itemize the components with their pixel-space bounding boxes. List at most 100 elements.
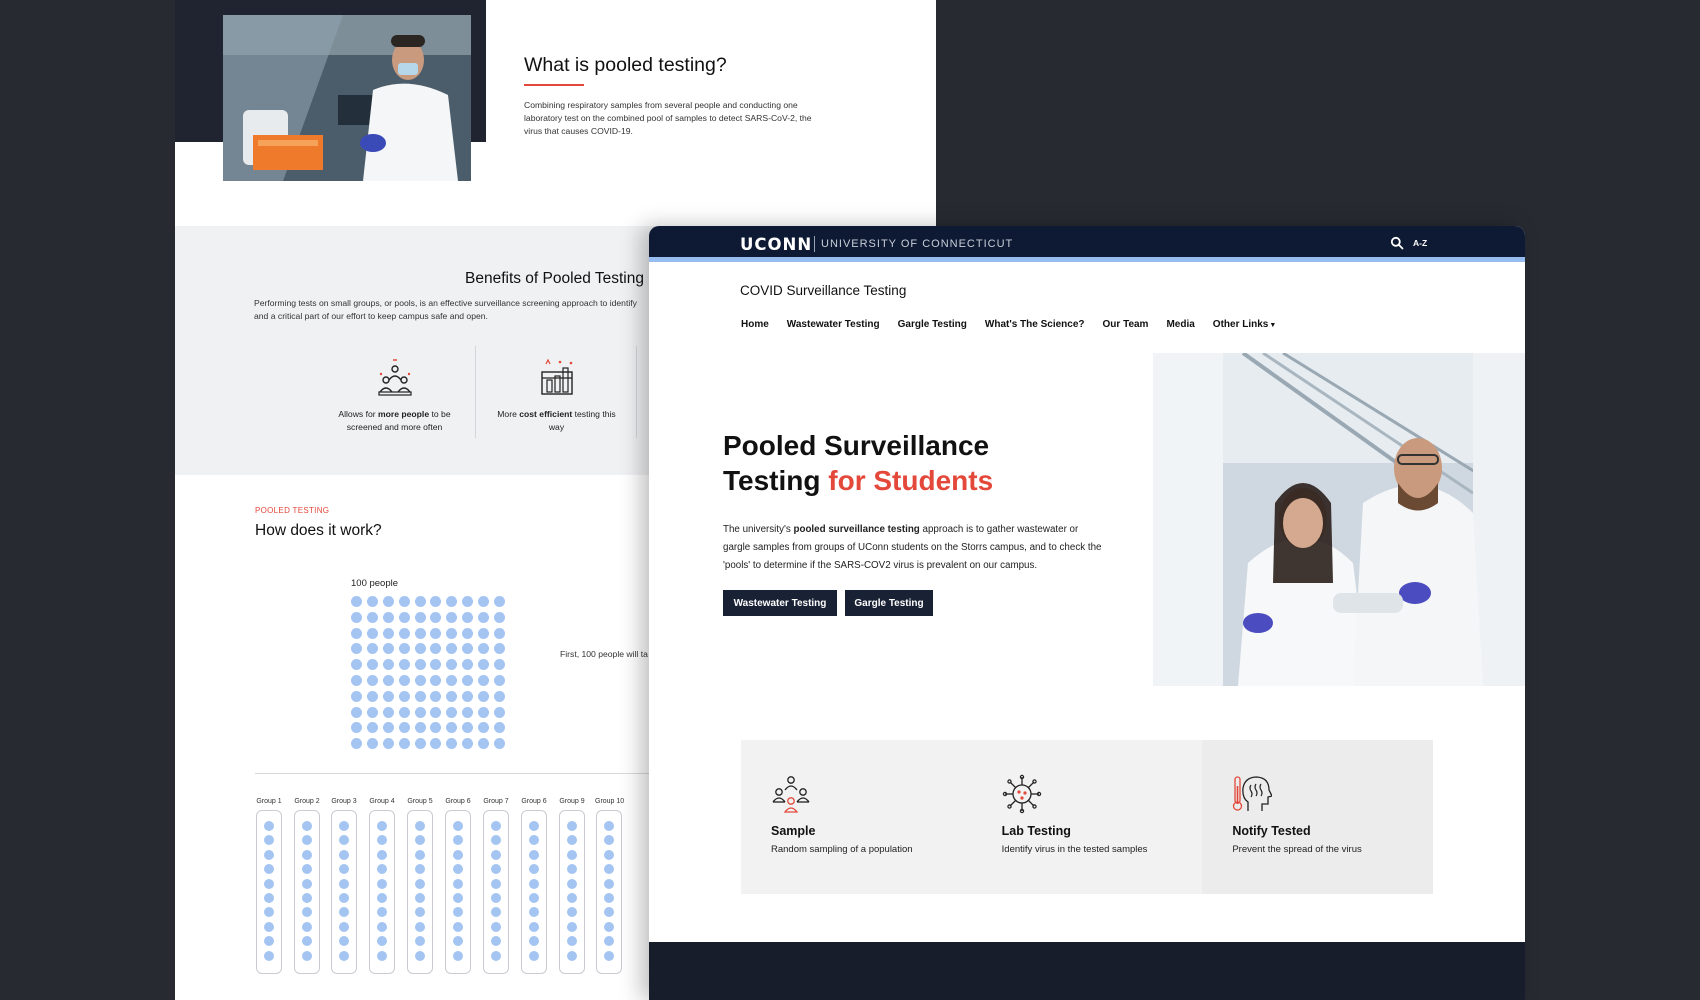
- person-dot: [446, 596, 458, 607]
- sample-dot: [567, 849, 577, 860]
- sample-dot: [604, 936, 614, 947]
- caret-down-icon: ▼: [1269, 322, 1277, 329]
- a-z-link[interactable]: A-Z: [1413, 238, 1427, 248]
- group-tube: [331, 810, 357, 974]
- person-dot: [382, 690, 394, 702]
- sample-dot: [453, 864, 463, 875]
- group-label: Group 2: [294, 798, 320, 805]
- person-dot: [414, 659, 426, 671]
- sample-dot: [491, 821, 501, 831]
- sample-dot: [604, 907, 614, 918]
- title-underline: [524, 84, 584, 86]
- wastewater-testing-button[interactable]: Wastewater Testing: [723, 590, 837, 616]
- person-dot: [430, 659, 442, 671]
- sample-dot: [339, 921, 349, 932]
- group-tube: [256, 810, 282, 974]
- uconn-logo[interactable]: UCONN: [740, 235, 812, 254]
- sample-dot: [377, 921, 387, 932]
- sample-dot: [264, 878, 274, 889]
- sample-dot: [491, 878, 501, 889]
- nav-home[interactable]: Home: [741, 319, 769, 330]
- sample-dot: [377, 936, 387, 947]
- sample-dot: [529, 821, 539, 831]
- nav-our-team[interactable]: Our Team: [1103, 319, 1149, 330]
- gargle-testing-button[interactable]: Gargle Testing: [845, 590, 933, 616]
- nav-other-links-label: Other Links: [1212, 319, 1269, 330]
- person-dot: [366, 659, 378, 671]
- pooled-testing-eyebrow: POOLED TESTING: [255, 506, 330, 515]
- sample-dot: [415, 907, 425, 918]
- group-tube: [559, 810, 585, 974]
- person-dot: [414, 738, 426, 750]
- sample-dot: [302, 821, 312, 831]
- virus-icon: [1002, 774, 1041, 814]
- sample-dot: [529, 921, 539, 932]
- person-dot: [494, 611, 506, 623]
- person-dot: [462, 690, 474, 702]
- sample-dot: [529, 907, 539, 918]
- person-dot: [398, 659, 410, 671]
- group-column: Group 10: [595, 798, 624, 974]
- person-dot: [462, 722, 474, 734]
- person-dot: [366, 611, 378, 623]
- group-label: Group 5: [407, 798, 433, 805]
- sample-dot: [302, 864, 312, 875]
- person-dot: [366, 643, 378, 655]
- person-dot: [462, 611, 474, 623]
- sample-dot: [453, 936, 463, 947]
- benefit-cost-efficient-bold: cost efficient: [519, 409, 573, 419]
- benefit-more-people: Allows for more people to be screened an…: [327, 358, 462, 434]
- person-dot: [382, 596, 394, 607]
- sample-dot: [264, 892, 274, 903]
- person-dot: [430, 627, 442, 639]
- sample-dot: [415, 921, 425, 932]
- group-label: Group 6: [521, 798, 547, 805]
- benefits-description-line1: Performing tests on small groups, or poo…: [254, 298, 637, 308]
- university-name[interactable]: UNIVERSITY OF CONNECTICUT: [821, 238, 1013, 250]
- how-it-works-title: How does it work?: [255, 522, 382, 539]
- person-dot: [414, 706, 426, 718]
- sample-dot: [377, 821, 387, 831]
- people-sample-icon: [772, 776, 810, 813]
- person-dot: [446, 659, 458, 671]
- sample-dot: [529, 936, 539, 947]
- lab-scientist-photo: [223, 15, 471, 181]
- person-dot: [430, 643, 442, 655]
- sample-dot: [377, 849, 387, 860]
- nav-wastewater-testing[interactable]: Wastewater Testing: [787, 319, 880, 330]
- person-dot: [446, 611, 458, 623]
- sample-dot: [415, 892, 425, 903]
- nav-whats-the-science[interactable]: What's The Science?: [985, 319, 1085, 330]
- hero-desc-pre: The university's: [723, 524, 794, 535]
- group-column: Group 7: [482, 798, 510, 974]
- benefit-more-people-bold: more people: [378, 409, 430, 419]
- sample-dot: [567, 921, 577, 932]
- sample-dot: [264, 835, 274, 846]
- person-dot: [462, 706, 474, 718]
- sample-dot: [567, 864, 577, 875]
- person-dot: [430, 722, 442, 734]
- sample-dot: [339, 821, 349, 831]
- sample-dot: [377, 878, 387, 889]
- sample-dot: [604, 864, 614, 875]
- site-title[interactable]: COVID Surveillance Testing: [740, 283, 906, 298]
- feature-sample-title: Sample: [771, 824, 816, 838]
- person-dot: [398, 596, 410, 607]
- person-dot: [351, 690, 362, 702]
- nav-other-links[interactable]: Other Links▼: [1213, 319, 1277, 330]
- search-icon[interactable]: [1390, 236, 1404, 250]
- sample-dot: [567, 936, 577, 947]
- person-dot: [430, 690, 442, 702]
- person-dot: [478, 690, 490, 702]
- person-dot: [414, 643, 426, 655]
- scientists-lab-photo: [1153, 353, 1525, 686]
- person-dot: [366, 722, 378, 734]
- sample-dot: [604, 878, 614, 889]
- person-dot: [494, 722, 506, 734]
- sample-dot: [302, 849, 312, 860]
- footer-band: [649, 942, 1525, 1000]
- nav-gargle-testing[interactable]: Gargle Testing: [898, 319, 967, 330]
- nav-media[interactable]: Media: [1166, 319, 1194, 330]
- sample-dot: [415, 936, 425, 947]
- person-dot: [430, 596, 442, 607]
